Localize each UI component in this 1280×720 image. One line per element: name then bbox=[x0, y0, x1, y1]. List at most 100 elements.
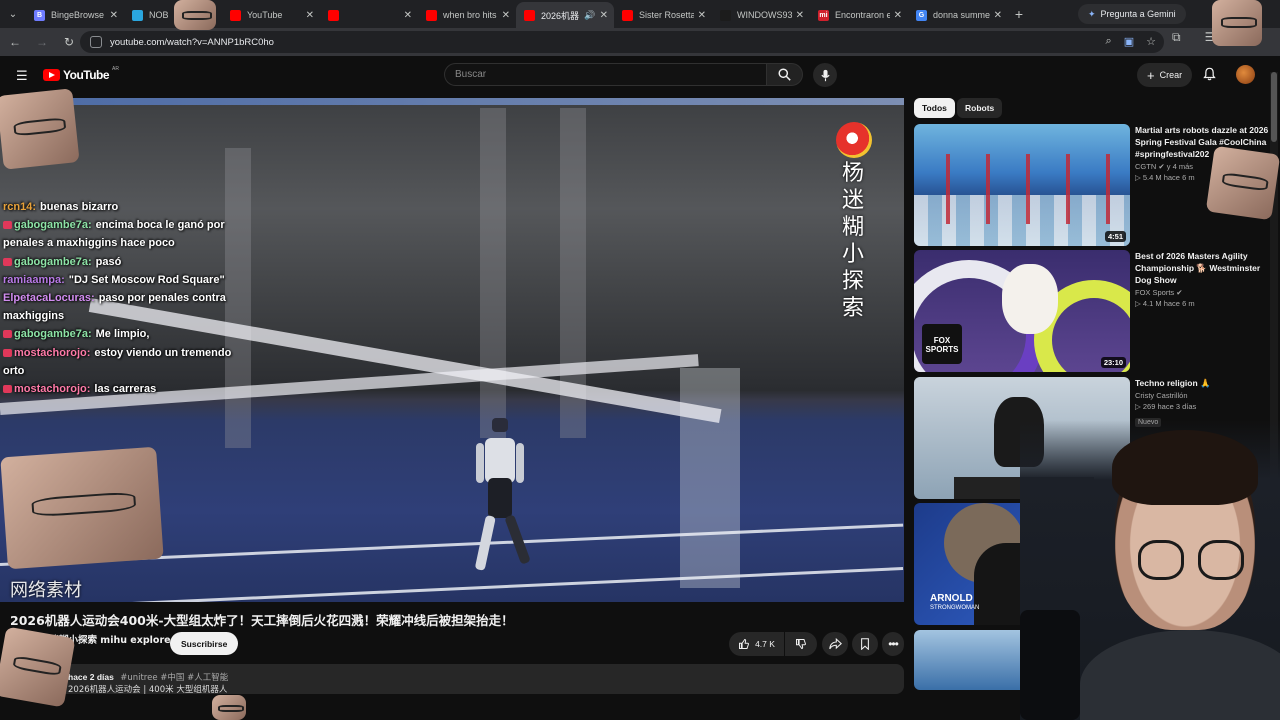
browser-tab[interactable]: ✕ bbox=[320, 2, 418, 28]
verified-check-icon: ✔ bbox=[1158, 162, 1165, 171]
like-count: 4.7 K bbox=[755, 639, 775, 649]
tab-close-icon[interactable]: ✕ bbox=[306, 10, 314, 21]
zoom-icon[interactable]: ⌕ bbox=[1106, 35, 1112, 48]
browser-tab[interactable]: B BingeBrowse ✕ bbox=[26, 2, 124, 28]
tab-title: donna summe bbox=[933, 10, 990, 20]
chat-message: mostachorojo: las carreras bbox=[3, 380, 253, 398]
browser-tab[interactable]: when bro hits ✕ bbox=[418, 2, 516, 28]
chat-message: ElpetacaLocuras: paso por penales contra … bbox=[3, 289, 253, 325]
stream-indicator-icon: ▷ bbox=[1135, 173, 1141, 182]
chat-username: mostachorojo: bbox=[14, 383, 91, 396]
chat-username: gabogambe7a: bbox=[14, 328, 92, 341]
description-meta: hace 2 días #unitree #中国 #人工智能 bbox=[68, 671, 228, 683]
tab-title: YouTube bbox=[247, 10, 283, 20]
hashtags[interactable]: #unitree #中国 #人工智能 bbox=[120, 673, 228, 683]
like-button[interactable]: 4.7 K bbox=[729, 632, 784, 656]
tab-favicon-icon bbox=[328, 9, 339, 21]
tab-close-icon[interactable]: ✕ bbox=[600, 10, 608, 21]
tab-close-icon[interactable]: ✕ bbox=[502, 10, 510, 21]
tab-close-icon[interactable]: ✕ bbox=[404, 10, 412, 21]
voice-search-button[interactable] bbox=[813, 63, 837, 87]
browser-tab[interactable]: YouTube ✕ bbox=[222, 2, 320, 28]
verified-check-icon: ✔ bbox=[1176, 288, 1183, 297]
video-thumbnail[interactable]: FOX SPORTS 23:10 bbox=[914, 250, 1130, 372]
chat-message: gabogambe7a: pasó bbox=[3, 253, 253, 271]
recommended-title[interactable]: Best of 2026 Masters Agility Championshi… bbox=[1135, 250, 1270, 286]
chat-message: rcn14: buenas bizarro bbox=[3, 198, 253, 216]
youtube-play-icon bbox=[43, 69, 60, 81]
tab-favicon-icon: B bbox=[34, 9, 45, 21]
browser-tab[interactable]: Gdonna summe ✕ bbox=[908, 2, 1008, 28]
fox-sports-logo: FOX SPORTS bbox=[922, 324, 962, 364]
track-line bbox=[0, 566, 904, 602]
tab-close-icon[interactable]: ✕ bbox=[894, 10, 902, 21]
recommended-channel[interactable]: Cristy Castrillón bbox=[1135, 391, 1270, 400]
search-icon bbox=[778, 68, 791, 81]
subscribe-button[interactable]: Suscribirse bbox=[170, 632, 239, 655]
search-button[interactable] bbox=[766, 63, 803, 86]
share-button[interactable] bbox=[822, 632, 848, 656]
video-thumbnail[interactable]: 4:51 bbox=[914, 124, 1130, 246]
recommended-views-age: 4.1 M hace 6 m bbox=[1142, 299, 1195, 308]
source-watermark: 网络素材 bbox=[10, 580, 82, 601]
tab-favicon-icon: G bbox=[916, 9, 927, 21]
menu-hamburger-icon[interactable]: ☰ bbox=[16, 68, 28, 84]
scrollbar-thumb[interactable] bbox=[1271, 72, 1277, 142]
chat-text: "DJ Set Moscow Rod Square" bbox=[68, 273, 225, 286]
create-label: Crear bbox=[1159, 70, 1183, 80]
tab-close-icon[interactable]: ✕ bbox=[796, 10, 804, 21]
reload-icon[interactable]: ↻ bbox=[57, 30, 81, 54]
recommended-channel-name: FOX Sports bbox=[1135, 288, 1175, 297]
tab-close-icon[interactable]: ✕ bbox=[698, 10, 706, 21]
recommended-channel[interactable]: FOX Sports ✔ bbox=[1135, 288, 1270, 297]
extensions-puzzle-icon[interactable]: ⧉ bbox=[1172, 30, 1181, 45]
running-robot bbox=[475, 418, 530, 571]
search-input[interactable]: Buscar bbox=[444, 63, 766, 86]
youtube-logo[interactable]: YouTube AR bbox=[43, 66, 119, 82]
chat-username: gabogambe7a: bbox=[14, 255, 92, 268]
gemini-button[interactable]: ✦ Pregunta a Gemini bbox=[1078, 4, 1186, 24]
site-info-icon[interactable] bbox=[90, 36, 102, 48]
new-tab-button[interactable]: + bbox=[1008, 6, 1030, 22]
recommended-title[interactable]: Techno religion 🙏 bbox=[1135, 377, 1270, 389]
thumbs-up-icon bbox=[739, 639, 750, 649]
chat-badge-icon bbox=[3, 348, 12, 357]
browser-tab[interactable]: 2026机器 🔊 ✕ bbox=[516, 2, 614, 28]
plus-icon: + bbox=[1147, 67, 1155, 83]
audio-playing-icon[interactable]: 🔊 bbox=[584, 10, 595, 21]
tab-favicon-icon bbox=[524, 9, 535, 21]
address-bar[interactable]: youtube.com/watch?v=ANNP1bRC0ho ⌕ ▣ ☆ bbox=[80, 31, 1164, 53]
youtube-masthead: ☰ YouTube AR Buscar + Crear bbox=[0, 56, 1280, 94]
tab-title: when bro hits bbox=[443, 10, 497, 20]
forward-arrow-icon[interactable]: → bbox=[30, 30, 54, 54]
chat-username: gabogambe7a: bbox=[14, 219, 92, 232]
chat-badge-icon bbox=[3, 330, 12, 339]
tab-title: Encontraron e bbox=[835, 10, 890, 20]
bookmark-star-icon[interactable]: ☆ bbox=[1146, 35, 1156, 48]
browser-tab[interactable]: Sister Rosetta ✕ bbox=[614, 2, 712, 28]
tab-search-icon[interactable]: ⌄ bbox=[0, 0, 26, 28]
stream-indicator-icon: ▷ bbox=[1135, 299, 1141, 308]
face-sticker bbox=[174, 0, 216, 30]
recommended-video[interactable]: FOX SPORTS 23:10 Best of 2026 Masters Agil… bbox=[914, 250, 1274, 372]
create-button[interactable]: + Crear bbox=[1137, 63, 1193, 87]
browser-tab[interactable]: WINDOWS93 ✕ bbox=[712, 2, 810, 28]
tab-close-icon[interactable]: ✕ bbox=[110, 10, 118, 21]
notifications-bell-icon[interactable] bbox=[1203, 67, 1216, 86]
streamer-webcam bbox=[1020, 420, 1280, 720]
more-actions-button[interactable]: ••• bbox=[882, 632, 904, 656]
thumbs-down-icon bbox=[796, 639, 806, 649]
chat-text: Me limpio, bbox=[95, 328, 150, 341]
channel-watermark-text: 杨迷糊小探索 bbox=[841, 161, 864, 321]
dislike-button[interactable] bbox=[785, 632, 817, 656]
tab-favicon-icon bbox=[132, 9, 143, 21]
user-avatar[interactable] bbox=[1236, 65, 1255, 84]
back-arrow-icon[interactable]: ← bbox=[3, 30, 27, 54]
tab-close-icon[interactable]: ✕ bbox=[994, 10, 1002, 21]
browser-tab[interactable]: mi Encontraron e ✕ bbox=[810, 2, 908, 28]
chip-all[interactable]: Todos bbox=[914, 98, 955, 118]
extension-active-icon[interactable]: ▣ bbox=[1124, 35, 1134, 48]
chip-robots[interactable]: Robots bbox=[957, 98, 1003, 118]
save-button[interactable] bbox=[852, 632, 878, 656]
tab-title: WINDOWS93 bbox=[737, 10, 792, 20]
